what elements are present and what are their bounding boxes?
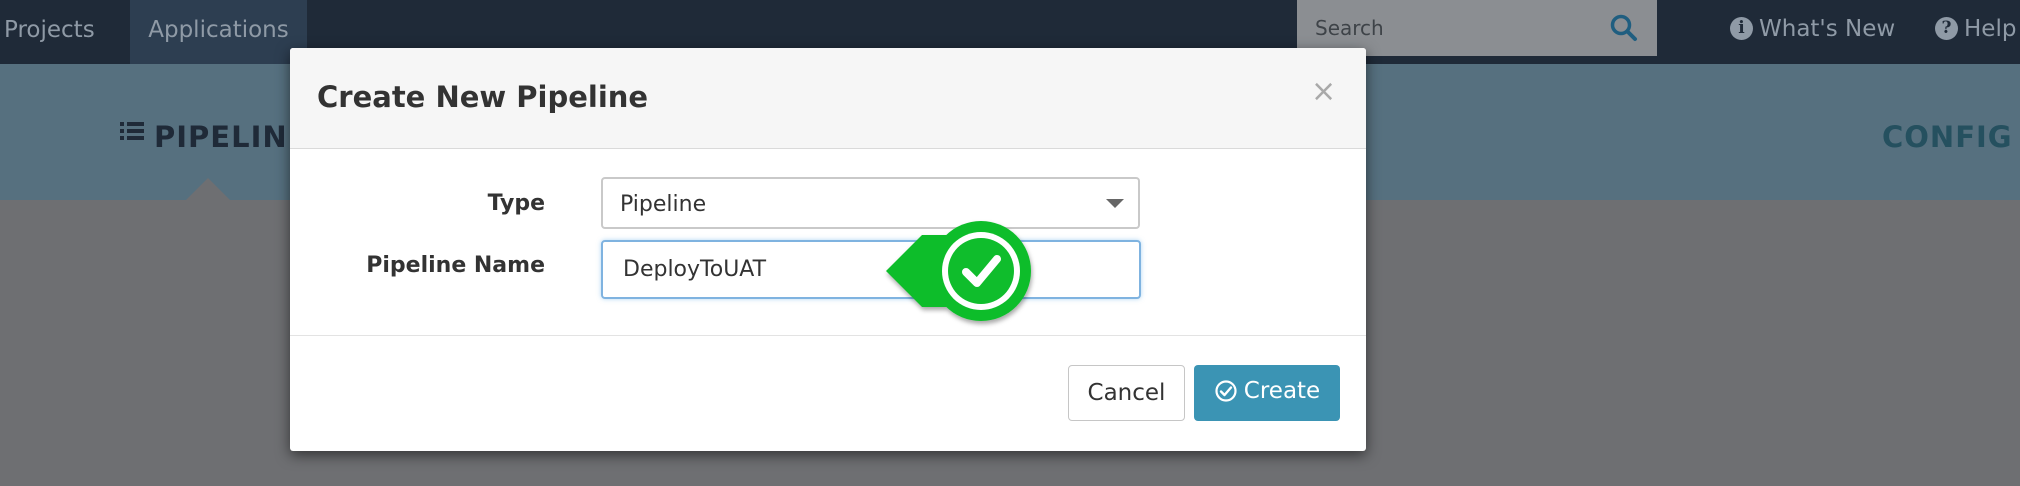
type-selected-value: Pipeline [620, 192, 707, 217]
help-link[interactable]: ? Help [1935, 0, 2016, 60]
whats-new-label: What's New [1759, 16, 1896, 42]
list-icon [120, 121, 144, 141]
active-tab-indicator [186, 178, 230, 200]
create-pipeline-dialog: Create New Pipeline × Type Pipeline Pipe… [290, 48, 1366, 451]
dialog-footer: Cancel Create [290, 335, 1366, 452]
close-icon[interactable]: × [1311, 74, 1336, 109]
tab-config[interactable]: CONFIG [1882, 120, 2013, 154]
checkmark-icon [886, 221, 1031, 321]
create-button[interactable]: Create [1194, 365, 1340, 421]
nav-applications[interactable]: Applications [130, 0, 307, 64]
whats-new-link[interactable]: i What's New [1730, 0, 1895, 60]
check-circle-icon [1215, 379, 1237, 402]
question-circle-icon: ? [1935, 17, 1958, 40]
pipeline-name-input[interactable] [601, 240, 1141, 299]
chevron-down-icon [1106, 199, 1124, 208]
pipeline-name-label: Pipeline Name [366, 253, 545, 278]
type-select[interactable]: Pipeline [601, 177, 1140, 229]
search-icon[interactable] [1609, 13, 1639, 43]
help-label: Help [1964, 16, 2017, 42]
dialog-title: Create New Pipeline [317, 80, 649, 114]
info-circle-icon: i [1730, 17, 1753, 40]
dialog-header: Create New Pipeline × [290, 48, 1366, 149]
validation-success-callout [882, 214, 1039, 330]
type-label: Type [487, 191, 545, 216]
cancel-button[interactable]: Cancel [1068, 365, 1185, 421]
create-button-label: Create [1243, 377, 1321, 404]
nav-projects[interactable]: Projects [4, 0, 95, 64]
